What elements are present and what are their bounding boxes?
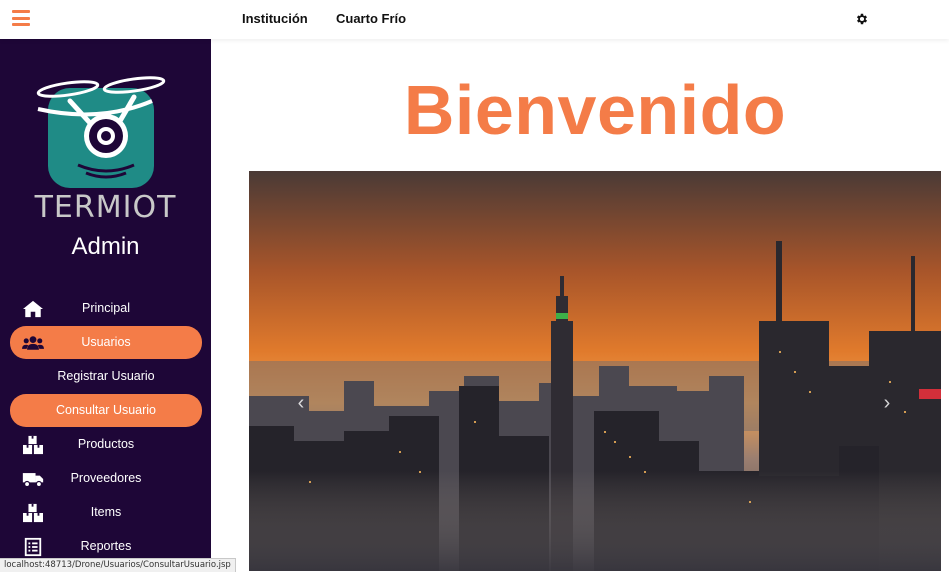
sidebar-item-items[interactable]: Items	[10, 496, 202, 529]
nav-link-institucion[interactable]: Institución	[242, 11, 308, 26]
sidebar-item-principal[interactable]: Principal	[10, 292, 202, 325]
hamburger-icon[interactable]	[12, 10, 30, 26]
sidebar-subitem-registrar-usuario[interactable]: Registrar Usuario	[10, 360, 202, 393]
browser-status-url: localhost:48713/Drone/Usuarios/Consultar…	[0, 558, 236, 572]
sidebar-item-label: Productos	[77, 437, 135, 451]
sidebar-item-label: Principal	[82, 301, 130, 315]
sidebar-item-label: Reportes	[80, 539, 132, 553]
sidebar-item-label: Proveedores	[70, 471, 142, 485]
brand-name: TERMIOT	[34, 190, 177, 225]
sidebar-item-label: Registrar Usuario	[57, 369, 155, 383]
sidebar-item-label: Items	[90, 505, 122, 519]
chevron-left-icon[interactable]: ‹	[291, 393, 311, 413]
welcome-heading: Bienvenido	[403, 71, 787, 149]
sidebar-item-usuarios[interactable]: Usuarios	[10, 326, 202, 359]
sidebar: TERMIOT Admin Principal Usuarios Registr…	[0, 39, 211, 571]
sidebar-item-productos[interactable]: Productos	[10, 428, 202, 461]
chevron-right-icon[interactable]: ›	[877, 393, 897, 413]
city-skyline-image	[249, 171, 941, 571]
top-navbar: Institución Cuarto Frío	[0, 0, 949, 39]
gear-icon[interactable]	[855, 12, 869, 26]
sidebar-item-label: Consultar Usuario	[55, 403, 157, 417]
user-role: Admin	[71, 233, 140, 260]
sidebar-item-label: Usuarios	[81, 335, 131, 349]
sidebar-subitem-consultar-usuario[interactable]: Consultar Usuario	[10, 394, 202, 427]
image-carousel[interactable]: ‹ ›	[249, 171, 941, 571]
sidebar-item-proveedores[interactable]: Proveedores	[10, 462, 202, 495]
nav-link-cuarto-frio[interactable]: Cuarto Frío	[336, 11, 406, 26]
